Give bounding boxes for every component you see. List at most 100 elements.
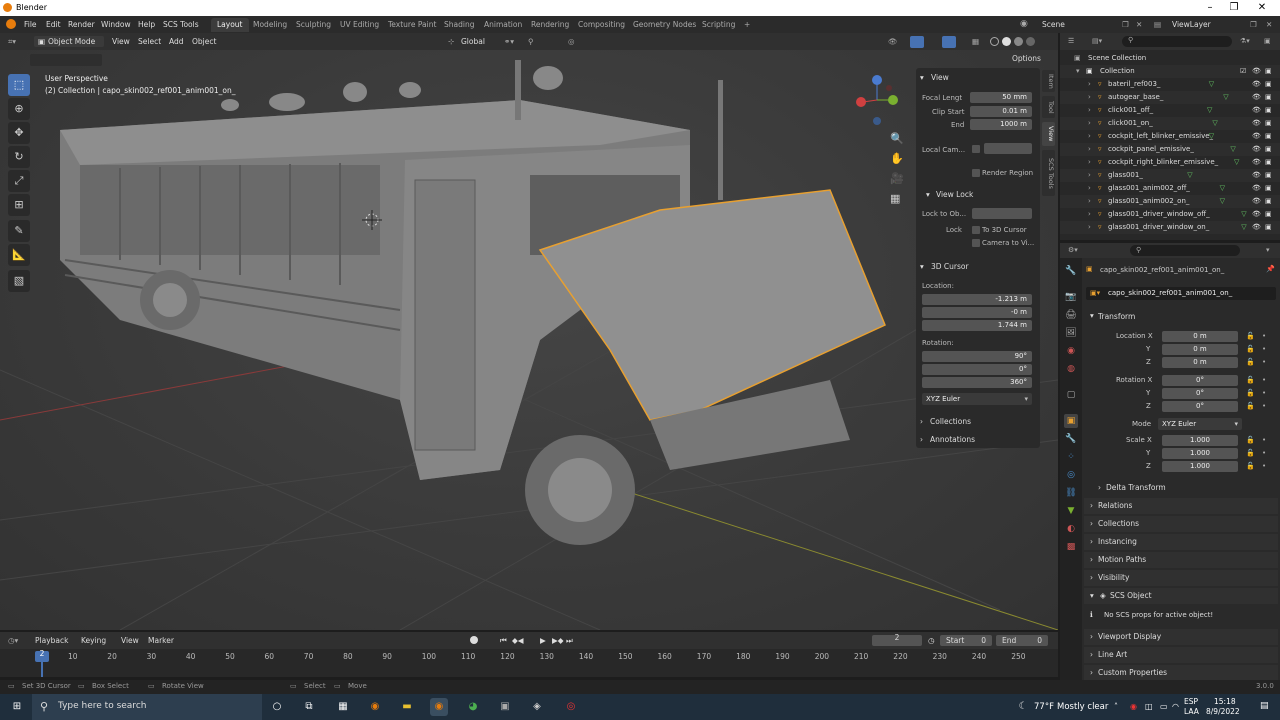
outliner-editor-icon[interactable]: ☰	[1068, 37, 1074, 45]
annotations-chevron-icon[interactable]: ›	[920, 435, 923, 444]
visibility-eye-icon[interactable]: 👁	[1252, 171, 1261, 179]
calendar-app-icon[interactable]: ▦	[334, 698, 352, 716]
outliner-item[interactable]: › ▿ cockpit_right_blinker_emissive_ ▽ 👁 ▣	[1060, 156, 1280, 169]
proportional-edit-icon[interactable]: ◎	[568, 37, 575, 46]
visibility-icon[interactable]: 👁	[888, 37, 898, 46]
visibility-eye-icon[interactable]: 👁	[1252, 132, 1261, 140]
tab-geometry-nodes[interactable]: Geometry Nodes	[627, 18, 702, 32]
scene-name[interactable]: Scene	[1042, 20, 1065, 29]
data-tab-icon[interactable]: ▼	[1064, 504, 1078, 518]
visibility-eye-icon[interactable]: 👁	[1252, 158, 1261, 166]
render-camera-icon[interactable]: ▣	[1265, 93, 1272, 101]
expand-chevron-icon[interactable]: ›	[1088, 132, 1091, 140]
render-tab-icon[interactable]: 📷	[1064, 290, 1078, 304]
expand-chevron-icon[interactable]: ›	[1088, 210, 1091, 218]
menu-file[interactable]: File	[24, 20, 37, 29]
new-collection-icon[interactable]: ▣	[1264, 37, 1271, 45]
outliner-item[interactable]: › ▿ glass001_anim002_on_ ▽ 👁 ▣	[1060, 195, 1280, 208]
notifications-icon[interactable]: ▤	[1260, 701, 1269, 711]
scale-z-field[interactable]: 1.000	[1162, 461, 1238, 472]
keyframe-dot-icon[interactable]: •	[1262, 358, 1266, 366]
marker-menu[interactable]: Marker	[148, 636, 174, 645]
zoom-icon[interactable]: 🔍	[890, 132, 904, 145]
playhead[interactable]: 2	[35, 649, 49, 662]
visibility-eye-icon[interactable]: 👁	[1252, 223, 1261, 231]
scale-y-field[interactable]: 1.000	[1162, 448, 1238, 459]
jump-end-icon[interactable]: ⏭	[566, 636, 573, 646]
tray-app-icon[interactable]: ◫	[1145, 702, 1153, 711]
properties-section[interactable]: › Line Art	[1084, 647, 1278, 663]
tab-rendering[interactable]: Rendering	[525, 18, 575, 32]
tab-modeling[interactable]: Modeling	[247, 18, 293, 32]
view-lock-title[interactable]: View Lock	[936, 190, 973, 199]
record-icon[interactable]	[470, 636, 478, 644]
outliner-item[interactable]: › ▿ click001_on_ ▽ 👁 ▣	[1060, 117, 1280, 130]
properties-editor-icon[interactable]: ⚙▾	[1068, 246, 1078, 254]
object-tab-icon[interactable]: ▣	[1064, 414, 1078, 428]
properties-section[interactable]: › Instancing	[1084, 534, 1278, 550]
cortana-icon[interactable]: ○	[268, 698, 286, 716]
expand-chevron-icon[interactable]: ›	[1088, 119, 1091, 127]
material-shading-icon[interactable]	[1014, 37, 1023, 46]
blender-active-app-icon[interactable]: ◉	[430, 698, 448, 716]
outliner-scene-collection[interactable]: ▣ Scene Collection	[1060, 52, 1280, 65]
lock-icon[interactable]: 🔓	[1246, 449, 1255, 457]
add-cube-tool[interactable]: ▧	[8, 270, 30, 292]
tab-sculpting[interactable]: Sculpting	[290, 18, 337, 32]
app-icon-1[interactable]: ▣	[496, 698, 514, 716]
menu-view[interactable]: View	[112, 37, 130, 46]
visibility-eye-icon[interactable]: 👁	[1252, 93, 1261, 101]
keyframe-dot-icon[interactable]: •	[1262, 332, 1266, 340]
tray-record-icon[interactable]: ◉	[1130, 702, 1137, 711]
options-button[interactable]: Options	[1012, 54, 1041, 63]
outliner-item[interactable]: › ▿ click001_off_ ▽ 👁 ▣	[1060, 104, 1280, 117]
outliner-item[interactable]: › ▿ glass001_ ▽ 👁 ▣	[1060, 169, 1280, 182]
outliner-collection[interactable]: ▾ ▣ Collection ☑ 👁 ▣	[1060, 65, 1280, 78]
wifi-icon[interactable]: ◠	[1172, 702, 1179, 711]
tab-scripting[interactable]: Scripting	[696, 18, 741, 32]
menu-window[interactable]: Window	[101, 20, 131, 29]
menu-help[interactable]: Help	[138, 20, 155, 29]
chrome-app-icon[interactable]: ◕	[464, 698, 482, 716]
outliner-item[interactable]: › ▿ glass001_anim002_off_ ▽ 👁 ▣	[1060, 182, 1280, 195]
prev-keyframe-icon[interactable]: ◆◀	[512, 636, 524, 645]
constraints-tab-icon[interactable]: ⛓	[1064, 486, 1078, 500]
pan-hand-icon[interactable]: ✋	[890, 152, 904, 165]
visibility-eye-icon[interactable]: 👁	[1252, 80, 1261, 88]
visibility-eye-icon[interactable]: 👁	[1252, 184, 1261, 192]
end-frame-field[interactable]: End 0	[996, 635, 1048, 646]
battery-icon[interactable]: ▭	[1160, 702, 1168, 711]
properties-section[interactable]: › Viewport Display	[1084, 629, 1278, 645]
pin-icon[interactable]: 📌	[1266, 265, 1275, 273]
rot-x-field[interactable]: 90°	[922, 351, 1032, 362]
expand-chevron-icon[interactable]: ›	[1088, 80, 1091, 88]
view-lock-chevron-icon[interactable]: ▾	[926, 190, 930, 199]
view-layer-copy-icon[interactable]: ❐	[1250, 20, 1257, 29]
properties-section[interactable]: › Collections	[1084, 516, 1278, 532]
render-camera-icon[interactable]: ▣	[1265, 171, 1272, 179]
orientation-selector[interactable]: Global	[461, 37, 485, 46]
wireframe-shading-icon[interactable]	[990, 37, 999, 46]
visibility-eye-icon[interactable]: 👁	[1252, 67, 1261, 75]
outliner-item[interactable]: › ▿ bateril_ref003_ ▽ 👁 ▣	[1060, 78, 1280, 91]
keyframe-dot-icon[interactable]: •	[1262, 436, 1266, 444]
delta-transform-section[interactable]: Delta Transform	[1106, 483, 1166, 492]
xray-icon[interactable]: ▦	[972, 37, 979, 46]
language-code[interactable]: ESP	[1184, 697, 1198, 706]
rotation-x-field[interactable]: 0°	[1162, 375, 1238, 386]
expand-chevron-icon[interactable]: ›	[1088, 106, 1091, 114]
delta-transform-chevron-icon[interactable]: ›	[1098, 483, 1101, 492]
location-x-field[interactable]: 0 m	[1162, 331, 1238, 342]
solid-shading-icon[interactable]	[1002, 37, 1011, 46]
texture-tab-icon[interactable]: ▩	[1064, 540, 1078, 554]
close-button[interactable]: ✕	[1250, 2, 1274, 13]
tab-view[interactable]: View	[1042, 122, 1055, 146]
visibility-eye-icon[interactable]: 👁	[1252, 145, 1261, 153]
scale-x-field[interactable]: 1.000	[1162, 435, 1238, 446]
start-frame-field[interactable]: Start 0	[940, 635, 992, 646]
expand-chevron-icon[interactable]: ›	[1088, 184, 1091, 192]
jump-start-icon[interactable]: ⏮	[500, 636, 507, 646]
properties-pin-icon[interactable]: ▾	[1266, 246, 1270, 254]
world-tab-icon[interactable]: ◍	[1064, 362, 1078, 376]
blender-app-icon[interactable]: ◉	[366, 698, 384, 716]
